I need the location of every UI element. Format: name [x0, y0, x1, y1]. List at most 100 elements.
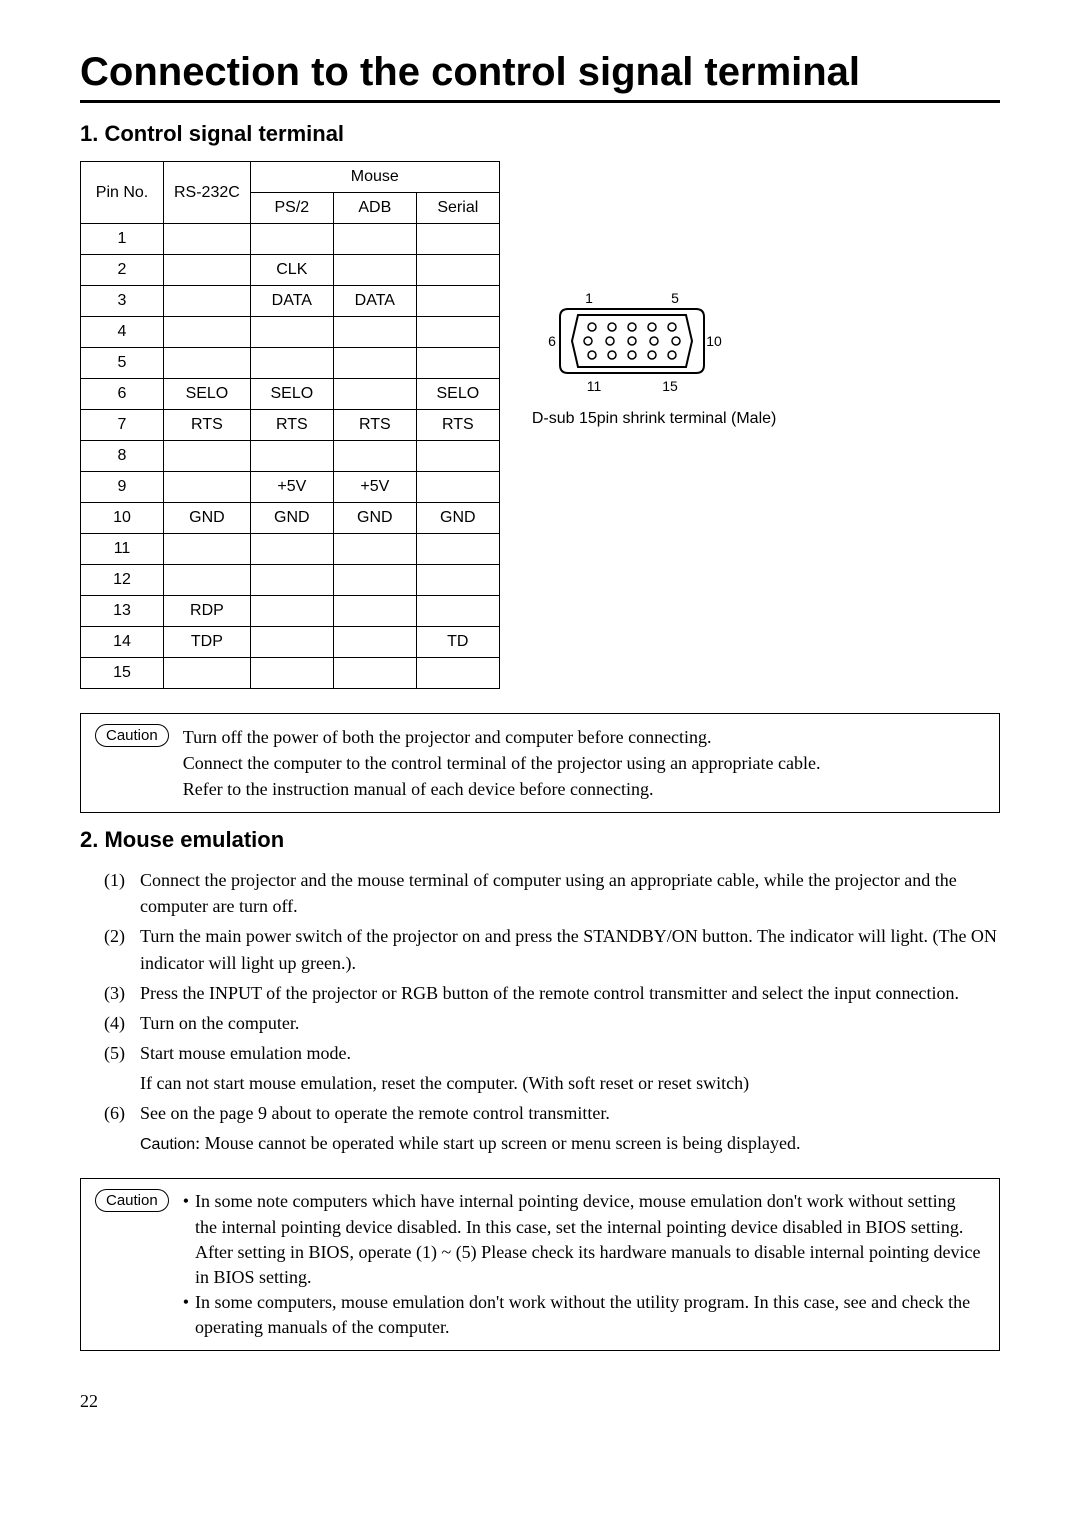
table-cell: GND — [164, 503, 251, 534]
pin-label-1: 1 — [585, 291, 593, 306]
caution-box-1: Caution Turn off the power of both the p… — [80, 713, 1000, 813]
table-cell: 11 — [81, 534, 164, 565]
pin-label-5: 5 — [671, 291, 679, 306]
table-cell: +5V — [333, 472, 416, 503]
table-cell — [416, 286, 499, 317]
table-cell: 3 — [81, 286, 164, 317]
table-cell — [164, 348, 251, 379]
list-item: (3)Press the INPUT of the projector or R… — [104, 980, 1000, 1006]
table-cell — [416, 255, 499, 286]
table-cell — [250, 627, 333, 658]
table-cell: GND — [416, 503, 499, 534]
table-cell — [164, 658, 251, 689]
table-cell: SELO — [164, 379, 251, 410]
table-cell — [250, 317, 333, 348]
page-number: 22 — [80, 1391, 1000, 1412]
pin-table: Pin No. RS-232C Mouse PS/2 ADB Serial 12… — [80, 161, 500, 689]
table-cell: 12 — [81, 565, 164, 596]
table-cell — [333, 255, 416, 286]
table-cell — [250, 596, 333, 627]
table-cell: 8 — [81, 441, 164, 472]
table-cell — [250, 224, 333, 255]
table-cell — [416, 472, 499, 503]
header-serial: Serial — [416, 193, 499, 224]
table-cell — [333, 658, 416, 689]
header-rs232c: RS-232C — [164, 162, 251, 224]
list-item: (6)See on the page 9 about to operate th… — [104, 1100, 1000, 1126]
header-adb: ADB — [333, 193, 416, 224]
header-ps2: PS/2 — [250, 193, 333, 224]
table-cell — [333, 565, 416, 596]
table-cell: 15 — [81, 658, 164, 689]
table-cell — [164, 441, 251, 472]
table-cell: SELO — [416, 379, 499, 410]
caution-box-2: Caution •In some note computers which ha… — [80, 1178, 1000, 1351]
table-cell — [164, 224, 251, 255]
table-cell — [333, 627, 416, 658]
table-cell: RTS — [416, 410, 499, 441]
caution-label: Caution — [95, 1189, 169, 1212]
table-cell — [416, 565, 499, 596]
table-cell — [250, 565, 333, 596]
table-cell — [250, 441, 333, 472]
caution-inline-label: Caution — [140, 1136, 195, 1153]
caution-2-bullets: •In some note computers which have inter… — [183, 1189, 981, 1340]
list-item: (5)Start mouse emulation mode. — [104, 1040, 1000, 1066]
list-item: (4)Turn on the computer. — [104, 1010, 1000, 1036]
table-cell: 4 — [81, 317, 164, 348]
table-cell — [333, 317, 416, 348]
caution-1-line: Connect the computer to the control term… — [183, 750, 821, 776]
table-cell: 7 — [81, 410, 164, 441]
table-cell — [416, 441, 499, 472]
table-cell — [164, 286, 251, 317]
table-cell — [416, 224, 499, 255]
table-cell — [416, 534, 499, 565]
caution-1-line: Refer to the instruction manual of each … — [183, 776, 821, 802]
pin-label-11: 11 — [587, 378, 602, 394]
mouse-emulation-steps: (1)Connect the projector and the mouse t… — [80, 867, 1000, 1126]
table-cell — [416, 317, 499, 348]
table-cell — [164, 472, 251, 503]
table-cell: TD — [416, 627, 499, 658]
pin-label-10: 10 — [706, 333, 722, 349]
table-cell: +5V — [250, 472, 333, 503]
table-cell: RTS — [164, 410, 251, 441]
table-cell: 5 — [81, 348, 164, 379]
table-cell — [416, 348, 499, 379]
table-cell: CLK — [250, 255, 333, 286]
table-cell — [250, 658, 333, 689]
pin-label-15: 15 — [662, 378, 678, 394]
table-cell: GND — [333, 503, 416, 534]
table-cell — [164, 565, 251, 596]
section-2-heading: 2. Mouse emulation — [80, 827, 1000, 853]
list-item: (1)Connect the projector and the mouse t… — [104, 867, 1000, 919]
table-cell — [250, 534, 333, 565]
table-cell — [333, 596, 416, 627]
list-item: If can not start mouse emulation, reset … — [104, 1070, 1000, 1096]
connector-caption: D-sub 15pin shrink terminal (Male) — [532, 410, 777, 428]
page-title: Connection to the control signal termina… — [80, 50, 1000, 103]
caution-label: Caution — [95, 724, 169, 747]
table-cell: 9 — [81, 472, 164, 503]
table-cell: 1 — [81, 224, 164, 255]
table-cell: DATA — [333, 286, 416, 317]
table-cell — [416, 658, 499, 689]
table-cell: TDP — [164, 627, 251, 658]
table-cell — [416, 596, 499, 627]
table-cell: RTS — [250, 410, 333, 441]
table-cell — [164, 317, 251, 348]
table-cell — [250, 348, 333, 379]
table-cell: SELO — [250, 379, 333, 410]
table-cell — [333, 379, 416, 410]
table-cell: 10 — [81, 503, 164, 534]
caution-2-bullet: In some note computers which have intern… — [195, 1189, 981, 1290]
table-cell: 6 — [81, 379, 164, 410]
table-cell — [333, 534, 416, 565]
table-cell: RTS — [333, 410, 416, 441]
table-cell — [164, 534, 251, 565]
table-cell: 13 — [81, 596, 164, 627]
section-1-heading: 1. Control signal terminal — [80, 121, 1000, 147]
table-cell — [333, 441, 416, 472]
table-cell: 14 — [81, 627, 164, 658]
table-cell: DATA — [250, 286, 333, 317]
